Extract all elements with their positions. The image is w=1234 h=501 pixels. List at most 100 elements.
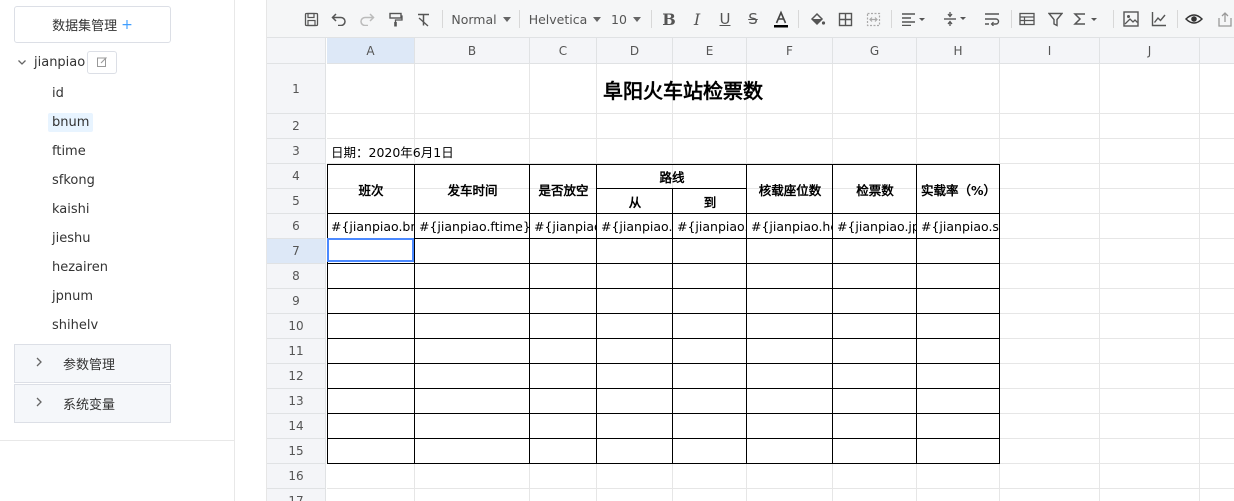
column-header-a[interactable]: A <box>327 38 415 64</box>
save-icon[interactable] <box>301 8 321 30</box>
param-manage-label: 参数管理 <box>63 358 116 373</box>
select-all-corner[interactable] <box>267 38 326 64</box>
header-banci[interactable]: 班次 <box>327 164 415 214</box>
expr-kaishi[interactable]: #{jianpiao.kaishi} <box>597 214 673 239</box>
header-fache-time[interactable]: 发车时间 <box>415 164 530 214</box>
date-cell[interactable]: 日期：2020年6月1日 <box>327 139 631 164</box>
strikethrough-icon[interactable]: S <box>743 8 763 30</box>
row-header-7[interactable]: 7 <box>267 239 326 264</box>
field-label: jpnum <box>52 289 94 304</box>
header-load-rate[interactable]: 实载率（%） <box>917 164 1000 214</box>
font-size-select[interactable]: 10 <box>609 8 643 30</box>
column-header-b[interactable]: B <box>415 38 530 64</box>
expr-jpnum[interactable]: #{jianpiao.jpnum} <box>833 214 917 239</box>
expr-jieshu[interactable]: #{jianpiao.jieshu} <box>673 214 747 239</box>
merge-cells-icon[interactable] <box>863 8 883 30</box>
expr-ftime[interactable]: #{jianpiao.ftime} <box>415 214 530 239</box>
table-icon[interactable] <box>1017 8 1037 30</box>
column-header-j[interactable]: J <box>1100 38 1200 64</box>
active-cell-selection[interactable] <box>327 238 414 262</box>
row-header-13[interactable]: 13 <box>267 389 326 414</box>
tree-node-jianpiao[interactable]: jianpiao <box>16 50 118 74</box>
header-seats[interactable]: 核载座位数 <box>747 164 833 214</box>
row-header-8[interactable]: 8 <box>267 264 326 289</box>
header-to[interactable]: 到 <box>673 189 747 214</box>
row-header-15[interactable]: 15 <box>267 439 326 464</box>
chart-icon[interactable] <box>1149 8 1169 30</box>
expr-shihelv[interactable]: #{jianpiao.shihelv} <box>917 214 1000 239</box>
field-item-jieshu[interactable]: jieshu <box>48 224 112 253</box>
font-family-select[interactable]: Helvetica <box>529 8 602 30</box>
filter-icon[interactable] <box>1045 8 1065 30</box>
row-header-17[interactable]: 17 <box>267 489 326 501</box>
text-wrap-icon[interactable] <box>981 8 1003 30</box>
export-icon[interactable] <box>1215 8 1234 30</box>
field-item-hezairen[interactable]: hezairen <box>48 253 112 282</box>
field-item-jpnum[interactable]: jpnum <box>48 282 112 311</box>
clear-format-icon[interactable] <box>413 8 433 30</box>
table-border <box>327 338 1000 339</box>
table-border <box>999 164 1000 464</box>
column-header-i[interactable]: I <box>1000 38 1100 64</box>
expr-sfkong[interactable]: #{jianpiao.sfkong} <box>530 214 597 239</box>
horizontal-align-icon[interactable] <box>899 8 929 30</box>
param-manage-panel[interactable]: 参数管理 <box>14 344 171 383</box>
row-header-11[interactable]: 11 <box>267 339 326 364</box>
field-label: hezairen <box>52 260 108 275</box>
dataset-manage-button[interactable]: 数据集管理 + <box>14 6 171 43</box>
field-item-ftime[interactable]: ftime <box>48 137 112 166</box>
header-tickets[interactable]: 检票数 <box>833 164 917 214</box>
header-fangkong[interactable]: 是否放空 <box>530 164 597 214</box>
text-color-icon[interactable] <box>771 8 791 30</box>
column-header-h[interactable]: H <box>917 38 1000 64</box>
style-select[interactable]: Normal <box>451 8 511 30</box>
row-header-14[interactable]: 14 <box>267 414 326 439</box>
row-header-6[interactable]: 6 <box>267 214 326 239</box>
row-header-1[interactable]: 1 <box>267 64 326 114</box>
fill-color-icon[interactable] <box>807 8 827 30</box>
column-header-e[interactable]: E <box>673 38 747 64</box>
system-variable-label: 系统变量 <box>63 398 116 413</box>
underline-icon[interactable]: U <box>715 8 735 30</box>
format-painter-icon[interactable] <box>385 8 405 30</box>
field-item-sfkong[interactable]: sfkong <box>48 166 112 195</box>
vertical-align-icon[interactable] <box>941 8 971 30</box>
row-header-4[interactable]: 4 <box>267 164 326 189</box>
undo-icon[interactable] <box>329 8 349 30</box>
divider <box>1011 10 1012 28</box>
row-header-16[interactable]: 16 <box>267 464 326 489</box>
chevron-down-icon[interactable] <box>16 56 28 68</box>
row-header-5[interactable]: 5 <box>267 189 326 214</box>
field-item-shihelv[interactable]: shihelv <box>48 311 112 340</box>
preview-icon[interactable] <box>1183 8 1205 30</box>
chevron-right-icon <box>35 396 45 411</box>
italic-icon[interactable]: I <box>687 8 707 30</box>
column-header-f[interactable]: F <box>747 38 833 64</box>
table-border <box>529 164 530 464</box>
row-header-2[interactable]: 2 <box>267 114 326 139</box>
bold-icon[interactable]: B <box>659 8 679 30</box>
edit-dataset-button[interactable] <box>87 50 118 74</box>
column-header-d[interactable]: D <box>597 38 673 64</box>
column-header-g[interactable]: G <box>833 38 917 64</box>
border-icon[interactable] <box>835 8 855 30</box>
header-from[interactable]: 从 <box>597 189 673 214</box>
image-icon[interactable] <box>1121 8 1141 30</box>
header-route[interactable]: 路线 <box>597 164 747 189</box>
column-header-c[interactable]: C <box>530 38 597 64</box>
field-item-kaishi[interactable]: kaishi <box>48 195 112 224</box>
report-title[interactable]: 阜阳火车站检票数 <box>531 64 835 114</box>
row-header-3[interactable]: 3 <box>267 139 326 164</box>
field-item-bnum[interactable]: bnum <box>48 108 112 137</box>
field-label: bnum <box>48 113 94 132</box>
sum-icon[interactable] <box>1071 8 1103 30</box>
system-variable-panel[interactable]: 系统变量 <box>14 384 171 423</box>
row-header-9[interactable]: 9 <box>267 289 326 314</box>
redo-icon[interactable] <box>357 8 377 30</box>
expr-bnum[interactable]: #{jianpiao.bnum} <box>327 214 415 239</box>
expr-hezairen[interactable]: #{jianpiao.hezairen} <box>747 214 833 239</box>
field-item-id[interactable]: id <box>48 79 112 108</box>
add-dataset-icon[interactable]: + <box>121 17 133 33</box>
row-header-12[interactable]: 12 <box>267 364 326 389</box>
row-header-10[interactable]: 10 <box>267 314 326 339</box>
